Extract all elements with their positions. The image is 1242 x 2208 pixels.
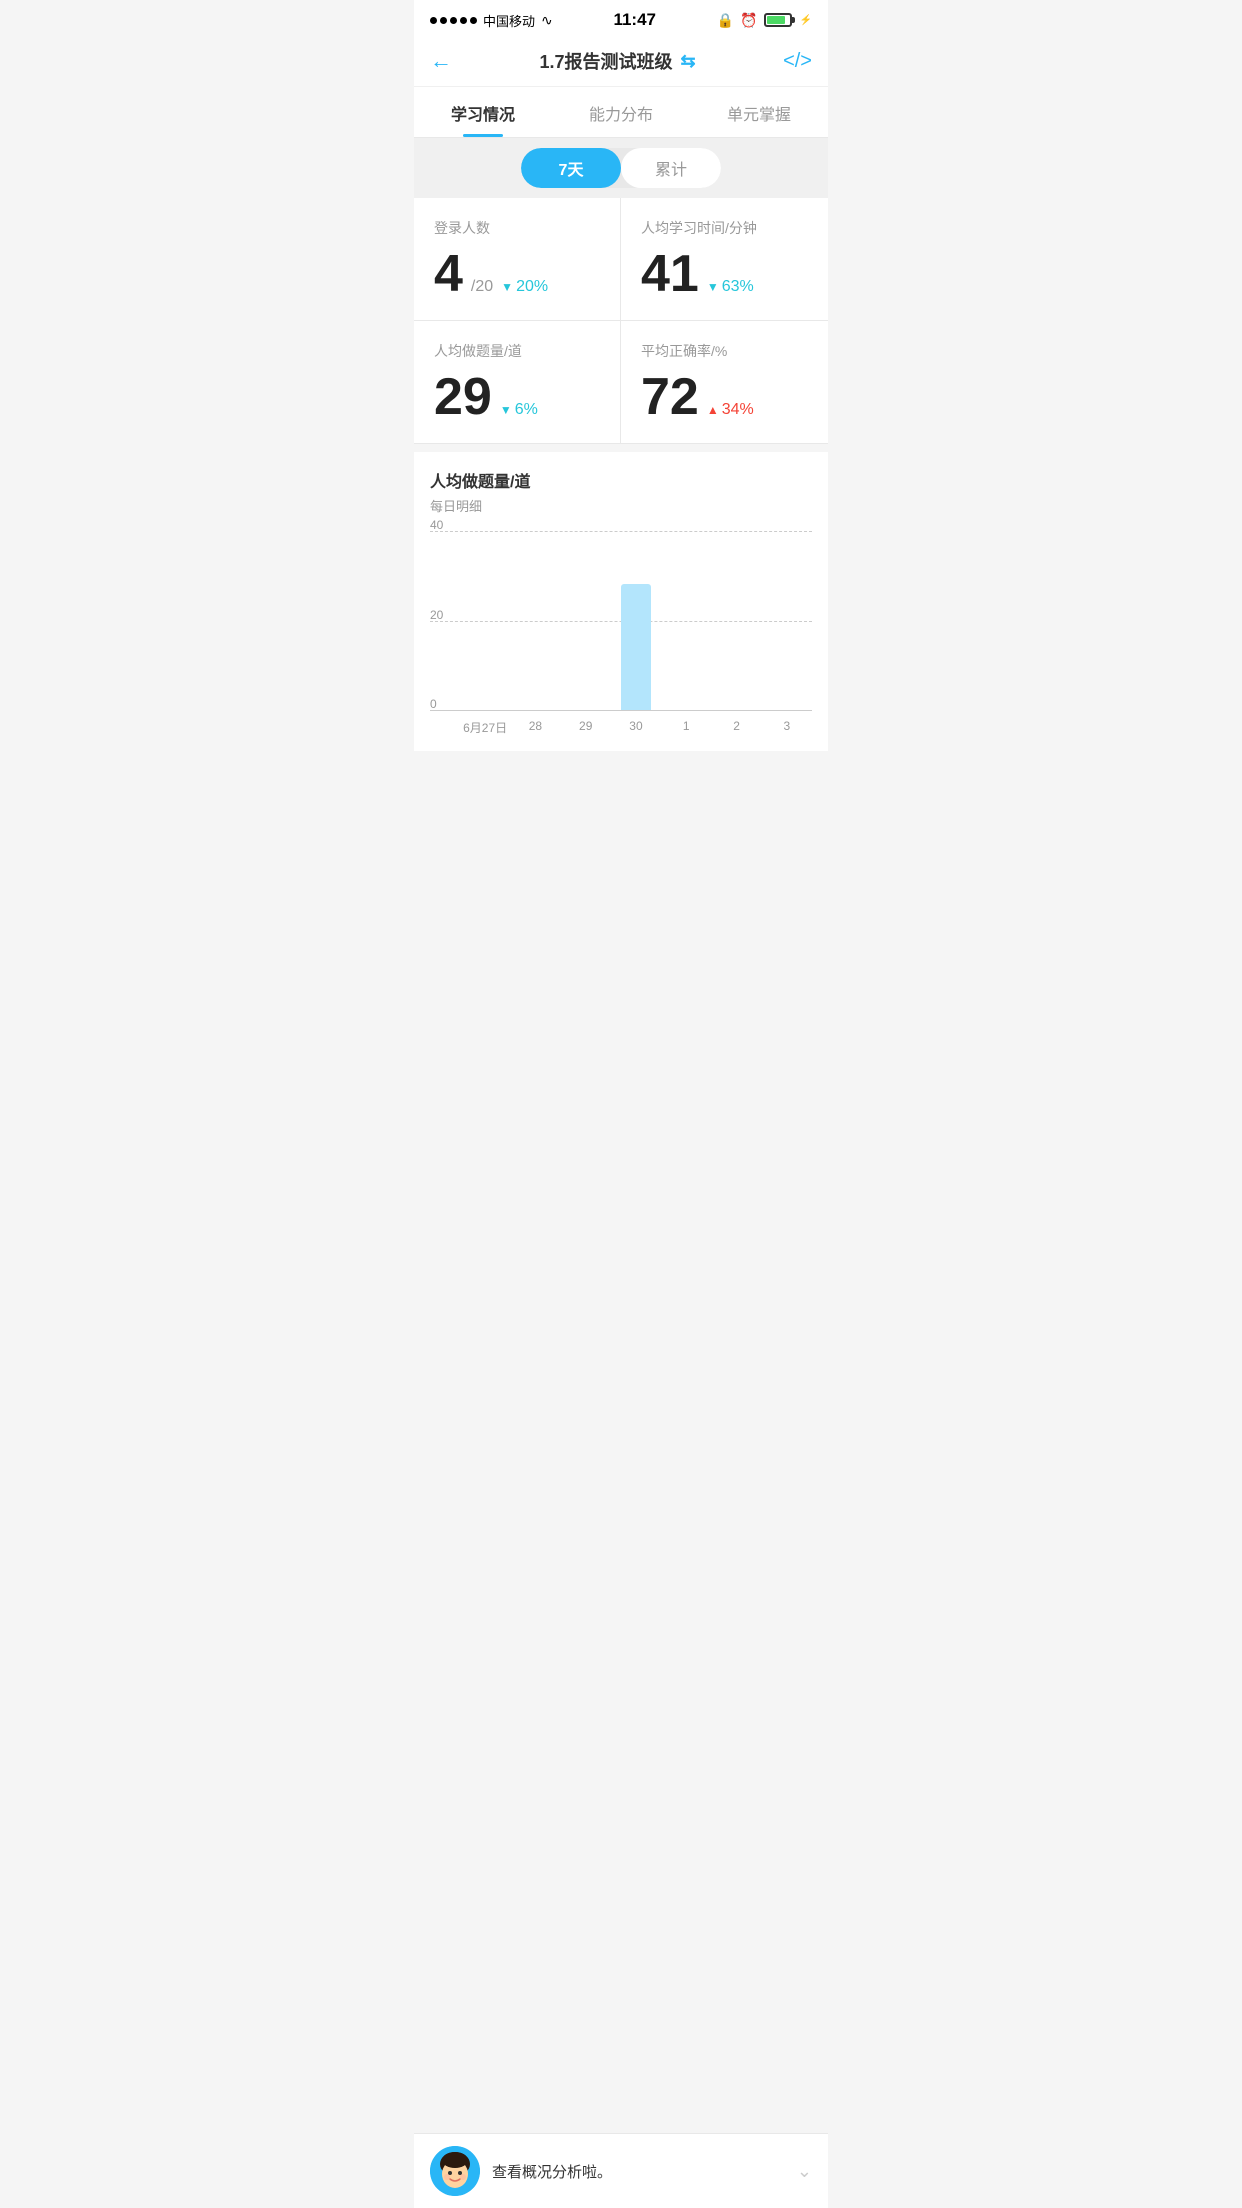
stat-question-value-row: 29 6% [434, 371, 600, 423]
period-7days-button[interactable]: 7天 [521, 148, 621, 188]
page-title: 1.7报告测试班级 [539, 48, 672, 74]
down-arrow-icon-3 [500, 401, 512, 419]
stat-question-label: 人均做题量/道 [434, 341, 600, 361]
wifi-icon: ∿ [541, 12, 553, 29]
y-label-20: 20 [430, 608, 443, 622]
charging-icon: ⚡ [800, 15, 812, 26]
stat-accuracy-value-row: 72 34% [641, 371, 808, 423]
chart-bar-item [762, 531, 812, 710]
stat-accuracy-main: 72 [641, 371, 699, 423]
stat-question-count: 人均做题量/道 29 6% [414, 321, 621, 443]
stat-question-change: 6% [500, 401, 538, 419]
stat-accuracy: 平均正确率/% 72 34% [621, 321, 828, 443]
chart-x-label: 30 [611, 719, 661, 736]
tab-study[interactable]: 学习情况 [414, 87, 552, 137]
chart-title: 人均做题量/道 [430, 468, 812, 492]
y-label-0: 0 [430, 697, 437, 711]
chevron-up-icon[interactable]: ⌄ [797, 2161, 812, 2182]
down-arrow-icon [501, 278, 513, 296]
chart-bar-item [711, 531, 761, 710]
stat-accuracy-change: 34% [707, 401, 754, 419]
bottom-chat-bar: 查看概况分析啦。 ⌄ [414, 2133, 828, 2208]
up-arrow-icon [707, 401, 719, 419]
header: ← 1.7报告测试班级 ⇆ </> [414, 36, 828, 87]
chart-container: 40 20 0 6月27日282930123 [430, 531, 812, 751]
shuffle-icon[interactable]: ⇆ [681, 51, 696, 72]
status-bar: 中国移动 ∿ 11:47 🔒 ⏰ ⚡ [414, 0, 828, 36]
chart-x-label: 3 [762, 719, 812, 736]
stat-time-label: 人均学习时间/分钟 [641, 218, 808, 238]
carrier-label: 中国移动 [483, 11, 535, 30]
stat-login-label: 登录人数 [434, 218, 600, 238]
status-time: 11:47 [613, 10, 656, 30]
chart-x-label: 6月27日 [460, 719, 510, 736]
header-title: 1.7报告测试班级 ⇆ [539, 48, 695, 74]
tab-unit[interactable]: 单元掌握 [690, 87, 828, 137]
chart-x-labels: 6月27日282930123 [430, 711, 812, 744]
stat-time-value-row: 41 63% [641, 248, 808, 300]
share-button[interactable]: </> [783, 50, 812, 73]
period-cumulative-button[interactable]: 累计 [621, 148, 721, 188]
battery-icon [764, 13, 792, 27]
period-toggle: 7天 累计 [521, 148, 721, 188]
chat-message: 查看概况分析啦。 [492, 2161, 785, 2182]
stat-time-change: 63% [707, 278, 754, 296]
stat-time-main: 41 [641, 248, 699, 300]
chart-x-label: 1 [661, 719, 711, 736]
chart-area: 40 20 0 [430, 531, 812, 711]
tab-bar: 学习情况 能力分布 单元掌握 [414, 87, 828, 138]
chart-bar-item [611, 531, 661, 710]
stat-login-value-row: 4 /20 20% [434, 248, 600, 300]
chart-section: 人均做题量/道 每日明细 40 20 0 6月27日282930123 [414, 452, 828, 751]
stats-grid: 登录人数 4 /20 20% 人均学习时间/分钟 41 63% 人均做题量/道 … [414, 198, 828, 444]
down-arrow-icon-2 [707, 278, 719, 296]
chart-bar [621, 584, 651, 710]
chart-bar-item [510, 531, 560, 710]
lock-icon: 🔒 [717, 12, 734, 29]
stat-login-main: 4 [434, 248, 463, 300]
chart-bar-item [661, 531, 711, 710]
avatar [430, 2146, 480, 2196]
chart-subtitle: 每日明细 [430, 496, 812, 515]
chart-x-label: 28 [510, 719, 560, 736]
chart-line-0: 0 [430, 710, 812, 711]
chart-bar-item [561, 531, 611, 710]
back-button[interactable]: ← [430, 48, 452, 74]
chart-bar-item [460, 531, 510, 710]
avatar-svg [430, 2146, 480, 2196]
stat-accuracy-label: 平均正确率/% [641, 341, 808, 361]
tab-ability[interactable]: 能力分布 [552, 87, 690, 137]
stat-question-main: 29 [434, 371, 492, 423]
alarm-icon: ⏰ [740, 12, 757, 29]
stat-login-change: 20% [501, 278, 548, 296]
signal-icon [430, 17, 477, 24]
stat-login-count: 登录人数 4 /20 20% [414, 198, 621, 321]
stat-login-sub: /20 [471, 278, 493, 296]
chart-x-label: 29 [561, 719, 611, 736]
chart-bars [460, 531, 812, 710]
y-label-40: 40 [430, 518, 443, 532]
period-toggle-wrapper: 7天 累计 [414, 138, 828, 198]
status-left: 中国移动 ∿ [430, 11, 553, 30]
chart-x-label: 2 [711, 719, 761, 736]
status-right: 🔒 ⏰ ⚡ [717, 12, 812, 29]
stat-study-time: 人均学习时间/分钟 41 63% [621, 198, 828, 321]
